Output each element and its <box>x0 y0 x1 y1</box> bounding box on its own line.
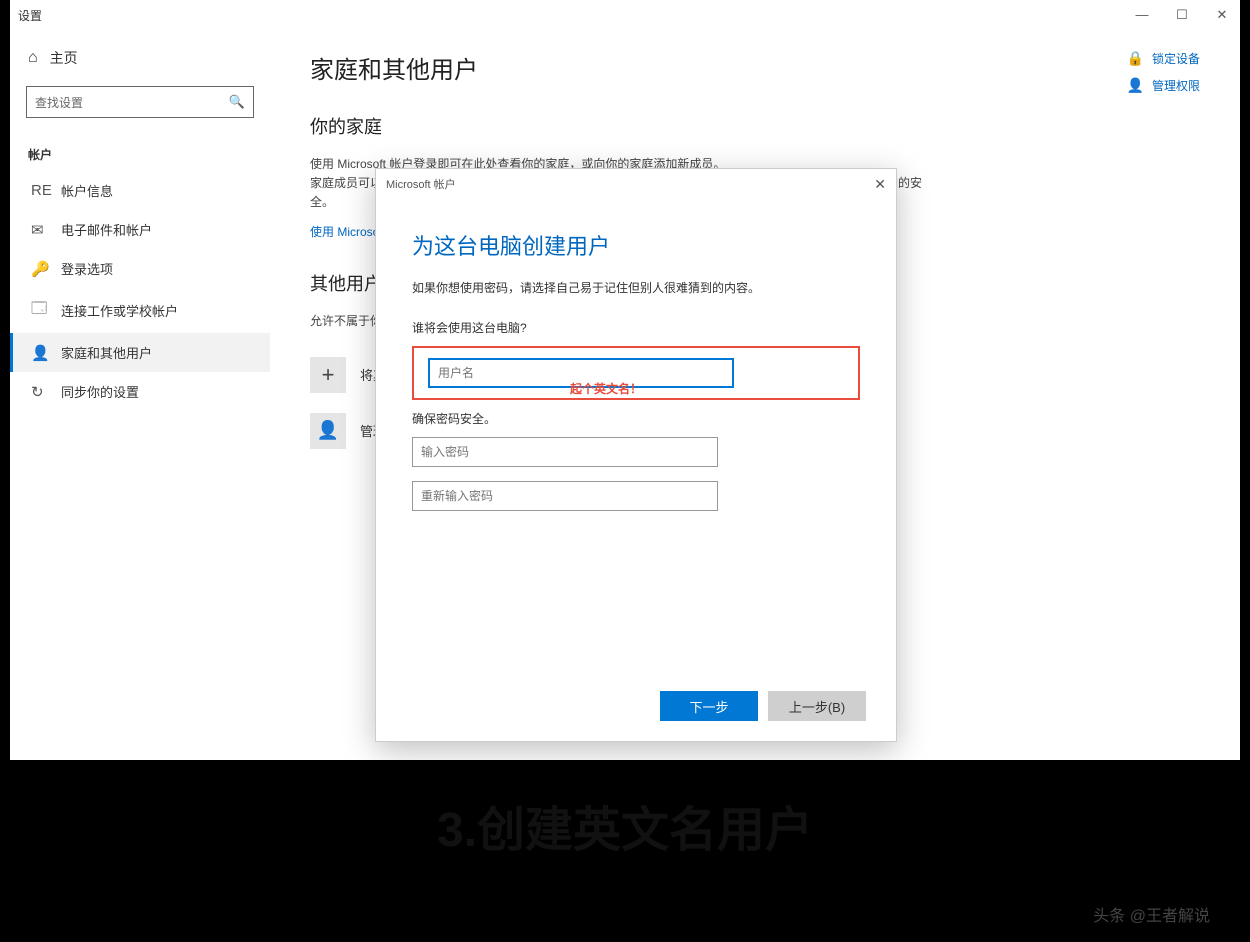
sidebar-item-label: 帐户信息 <box>61 181 113 200</box>
watermark: 头条 @王者解说 <box>1093 902 1210 926</box>
person-icon: 👤 <box>31 344 49 362</box>
briefcase-icon: 🗔 <box>31 298 49 323</box>
avatar-icon: 👤 <box>310 413 346 449</box>
sidebar-item-email[interactable]: ✉ 电子邮件和帐户 <box>10 210 270 249</box>
password-question: 确保密码安全。 <box>412 410 860 427</box>
dialog-footer: 下一步 上一步(B) <box>660 691 866 721</box>
lock-icon: 🔒 <box>1127 50 1144 67</box>
home-label: 主页 <box>50 48 78 68</box>
page-title: 家庭和其他用户 <box>310 50 1200 85</box>
sidebar-item-signin[interactable]: 🔑 登录选项 <box>10 249 270 288</box>
right-link-label: 锁定设备 <box>1152 50 1200 67</box>
dialog-heading: 为这台电脑创建用户 <box>412 229 860 261</box>
dialog-title: Microsoft 帐户 <box>386 176 456 192</box>
sidebar-item-work-school[interactable]: 🗔 连接工作或学校帐户 <box>10 288 270 333</box>
red-annotation-text: 起个英文名！ <box>570 380 642 397</box>
right-link-lock[interactable]: 🔒 锁定设备 <box>1127 50 1200 67</box>
home-nav[interactable]: ⌂ 主页 <box>10 40 270 76</box>
titlebar: 设置 — ☐ ✕ <box>10 0 1240 30</box>
right-link-manage[interactable]: 👤 管理权限 <box>1127 77 1200 94</box>
search-input[interactable]: 查找设置 🔍 <box>26 86 254 118</box>
account-info-icon: RE <box>31 182 49 199</box>
back-button[interactable]: 上一步(B) <box>768 691 866 721</box>
sidebar-item-label: 连接工作或学校帐户 <box>61 301 178 320</box>
sidebar-item-sync[interactable]: ↻ 同步你的设置 <box>10 372 270 411</box>
your-family-title: 你的家庭 <box>310 113 1200 139</box>
sidebar-item-family[interactable]: 👤 家庭和其他用户 <box>10 333 270 372</box>
right-link-label: 管理权限 <box>1152 77 1200 94</box>
window-title: 设置 <box>18 7 42 24</box>
dialog-close-button[interactable]: ✕ <box>874 176 886 193</box>
user-icon: 👤 <box>1127 77 1144 94</box>
minimize-button[interactable]: — <box>1132 7 1152 23</box>
key-icon: 🔑 <box>31 260 49 278</box>
create-user-dialog: Microsoft 帐户 ✕ 为这台电脑创建用户 如果你想使用密码，请选择自己易… <box>375 168 897 742</box>
sidebar-item-label: 登录选项 <box>61 259 113 278</box>
sidebar: ⌂ 主页 查找设置 🔍 帐户 RE 帐户信息 ✉ 电子邮件和帐户 🔑 登录选项 … <box>10 30 270 760</box>
next-button[interactable]: 下一步 <box>660 691 758 721</box>
dialog-titlebar: Microsoft 帐户 ✕ <box>376 169 896 199</box>
sidebar-item-label: 家庭和其他用户 <box>61 343 152 362</box>
sidebar-item-account-info[interactable]: RE 帐户信息 <box>10 171 270 210</box>
sidebar-item-label: 电子邮件和帐户 <box>61 220 152 239</box>
search-icon: 🔍 <box>229 94 245 110</box>
close-button[interactable]: ✕ <box>1212 7 1232 23</box>
settings-window: 设置 — ☐ ✕ ⌂ 主页 查找设置 🔍 帐户 RE 帐户信息 ✉ 电子邮件和帐… <box>10 0 1240 760</box>
plus-icon: + <box>310 357 346 393</box>
search-placeholder: 查找设置 <box>35 94 83 111</box>
window-controls: — ☐ ✕ <box>1132 7 1232 23</box>
sidebar-item-label: 同步你的设置 <box>61 382 139 401</box>
email-icon: ✉ <box>31 221 49 239</box>
password-confirm-input[interactable] <box>412 481 718 511</box>
right-links: 🔒 锁定设备 👤 管理权限 <box>1127 50 1200 104</box>
dialog-body: 为这台电脑创建用户 如果你想使用密码，请选择自己易于记住但别人很难猜到的内容。 … <box>376 199 896 555</box>
password-input[interactable] <box>412 437 718 467</box>
maximize-button[interactable]: ☐ <box>1172 7 1192 23</box>
home-icon: ⌂ <box>28 49 38 67</box>
sidebar-section-label: 帐户 <box>10 128 270 171</box>
dialog-desc: 如果你想使用密码，请选择自己易于记住但别人很难猜到的内容。 <box>412 279 860 297</box>
username-question: 谁将会使用这台电脑? <box>412 319 860 336</box>
tutorial-caption: 3.创建英文名用户 <box>0 790 1250 860</box>
sync-icon: ↻ <box>31 383 49 401</box>
